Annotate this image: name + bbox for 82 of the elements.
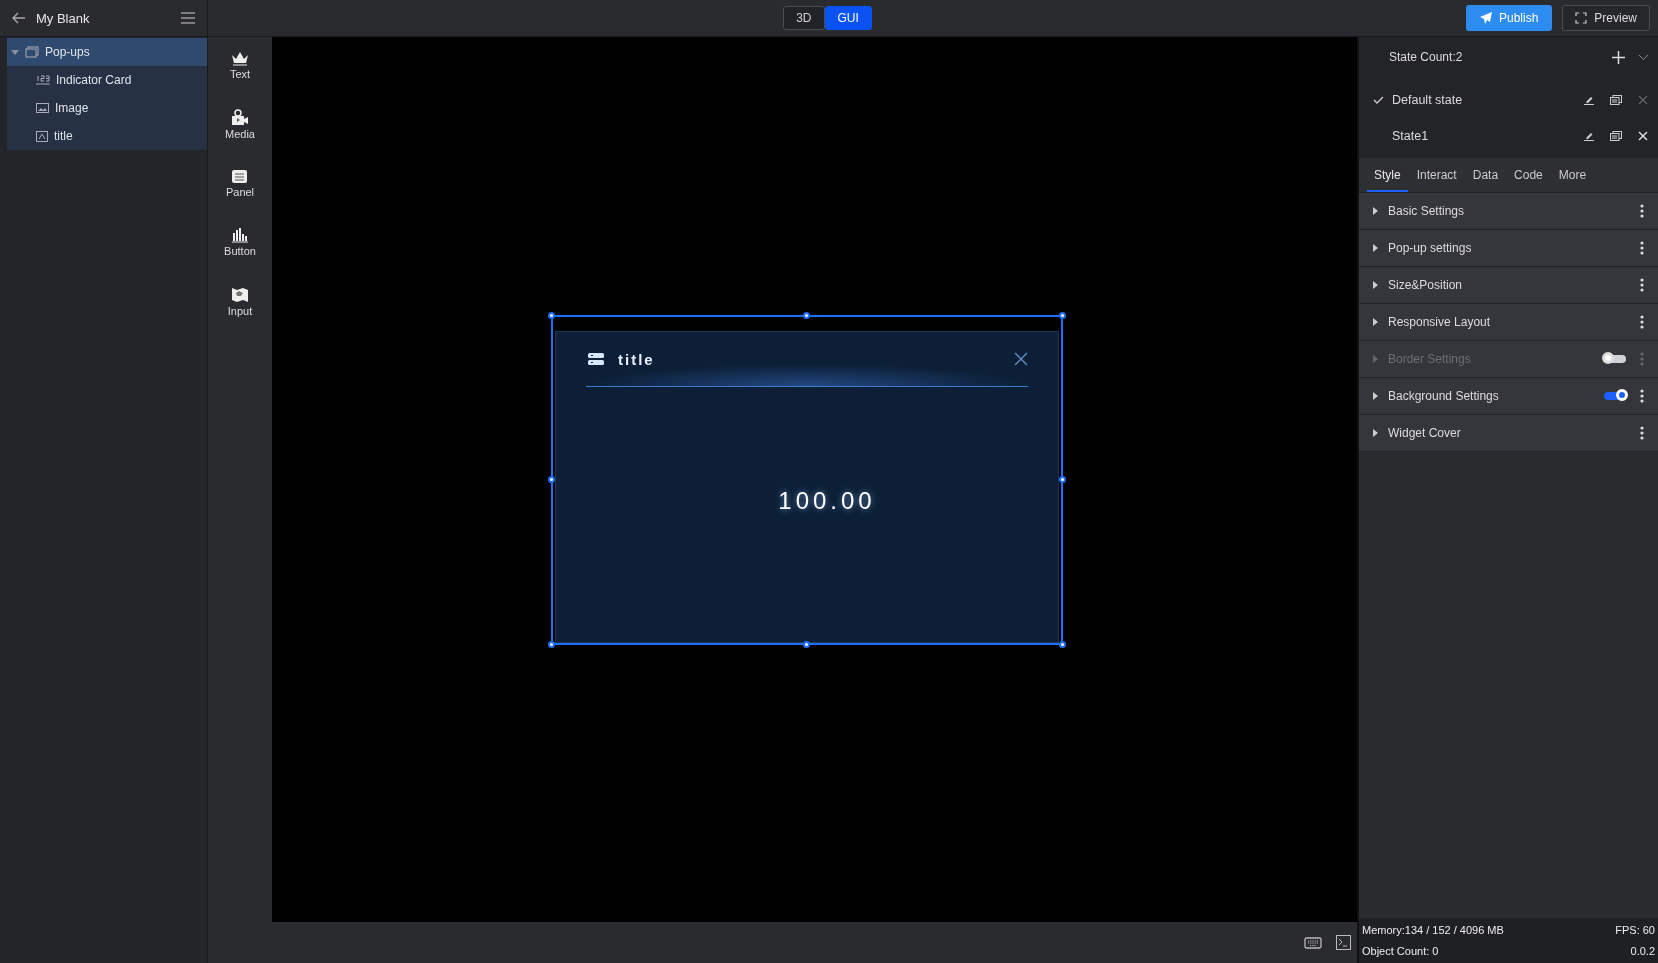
toggle-switch[interactable]: [1604, 392, 1626, 400]
add-icon[interactable]: [1612, 50, 1625, 64]
more-options-icon[interactable]: [1640, 278, 1644, 292]
settings-section[interactable]: Size&Position: [1359, 267, 1658, 304]
widget-tool[interactable]: Panel: [225, 169, 255, 198]
expand-caret-icon: [1373, 392, 1378, 400]
resize-handle[interactable]: [803, 641, 810, 648]
fps-counter: FPS: 60: [1615, 924, 1655, 937]
panel-tab[interactable]: Data: [1465, 158, 1506, 192]
chevron-down-icon[interactable]: [1639, 54, 1648, 60]
widget-tool[interactable]: Media: [225, 109, 255, 140]
tool-label: Text: [229, 68, 251, 80]
state-count: State Count:2: [1389, 50, 1464, 64]
indicator-value: 100.00: [777, 487, 877, 515]
image-icon: [36, 103, 49, 113]
panel-icon: [231, 169, 249, 184]
expand-caret-icon: [1373, 281, 1378, 289]
version-label: 0.0.2: [1630, 944, 1655, 957]
edit-icon[interactable]: [1583, 131, 1594, 141]
fullscreen-icon: [1575, 12, 1588, 24]
state-item[interactable]: State1: [1359, 118, 1658, 154]
camera-icon: [231, 109, 249, 126]
send-icon: [1479, 12, 1492, 24]
tool-label: Input: [227, 305, 253, 317]
settings-section[interactable]: Pop-up settings: [1359, 230, 1658, 267]
panel-tab[interactable]: More: [1551, 158, 1594, 192]
text-icon: [36, 130, 48, 142]
popup-title: title: [618, 350, 656, 368]
panel-tab[interactable]: Interact: [1409, 158, 1464, 192]
resize-handle[interactable]: [1059, 641, 1066, 648]
expand-caret-icon: [1373, 355, 1378, 363]
project-title: My Blank: [36, 10, 91, 26]
edit-icon[interactable]: [1583, 95, 1594, 105]
state-item[interactable]: Default state: [1359, 82, 1658, 118]
menu-icon[interactable]: [181, 12, 195, 24]
expand-caret-icon: [1373, 318, 1378, 326]
mode-tab[interactable]: 3D: [783, 6, 825, 30]
settings-section[interactable]: Background Settings: [1359, 378, 1658, 415]
back-arrow-icon[interactable]: [12, 12, 26, 24]
tool-label: Media: [225, 128, 255, 140]
copy-icon[interactable]: [1610, 131, 1622, 141]
panel-tab[interactable]: Code: [1507, 158, 1550, 192]
layer-item[interactable]: Pop-ups: [7, 38, 207, 66]
more-options-icon[interactable]: [1640, 389, 1644, 403]
digits-icon: [36, 75, 50, 85]
more-options-icon[interactable]: [1640, 241, 1644, 255]
settings-section[interactable]: Responsive Layout: [1359, 304, 1658, 341]
resize-handle[interactable]: [1059, 476, 1066, 483]
more-options-icon[interactable]: [1640, 426, 1644, 440]
object-count: Object Count: 0: [1362, 944, 1439, 957]
widget-tool[interactable]: Text: [229, 51, 251, 80]
more-options-icon[interactable]: [1640, 204, 1644, 218]
map-icon: [231, 286, 249, 303]
tool-label: Button: [224, 245, 256, 257]
expand-caret-icon: [1373, 244, 1378, 252]
expand-caret-icon: [1373, 207, 1378, 215]
resize-handle[interactable]: [548, 641, 555, 648]
resize-handle[interactable]: [548, 312, 555, 319]
layer-item[interactable]: Indicator Card: [7, 66, 207, 94]
preview-button[interactable]: Preview: [1562, 5, 1650, 31]
expand-caret-icon: [1373, 429, 1378, 437]
layer-item[interactable]: title: [7, 122, 207, 150]
copy-icon[interactable]: [1610, 95, 1622, 105]
settings-section[interactable]: Basic Settings: [1359, 193, 1658, 230]
more-options-icon[interactable]: [1640, 315, 1644, 329]
server-icon: [588, 352, 604, 366]
memory-usage: Memory:134 / 152 / 4096 MB: [1362, 924, 1504, 937]
settings-section[interactable]: Widget Cover: [1359, 415, 1658, 452]
layer-item[interactable]: Image: [7, 94, 207, 122]
widget-tool[interactable]: Button: [224, 227, 256, 257]
tool-label: Panel: [225, 186, 255, 198]
resize-handle[interactable]: [1059, 312, 1066, 319]
widget-tool[interactable]: Input: [227, 286, 253, 317]
resize-handle[interactable]: [548, 476, 555, 483]
mode-tab[interactable]: GUI: [824, 6, 872, 30]
keyboard-icon[interactable]: [1304, 936, 1322, 949]
selection-frame[interactable]: title 100.00: [551, 315, 1063, 645]
bar-chart-icon: [231, 227, 249, 243]
crown-icon: [231, 51, 249, 66]
terminal-icon[interactable]: [1336, 935, 1351, 950]
resize-handle[interactable]: [803, 312, 810, 319]
layers-icon: [25, 46, 39, 58]
